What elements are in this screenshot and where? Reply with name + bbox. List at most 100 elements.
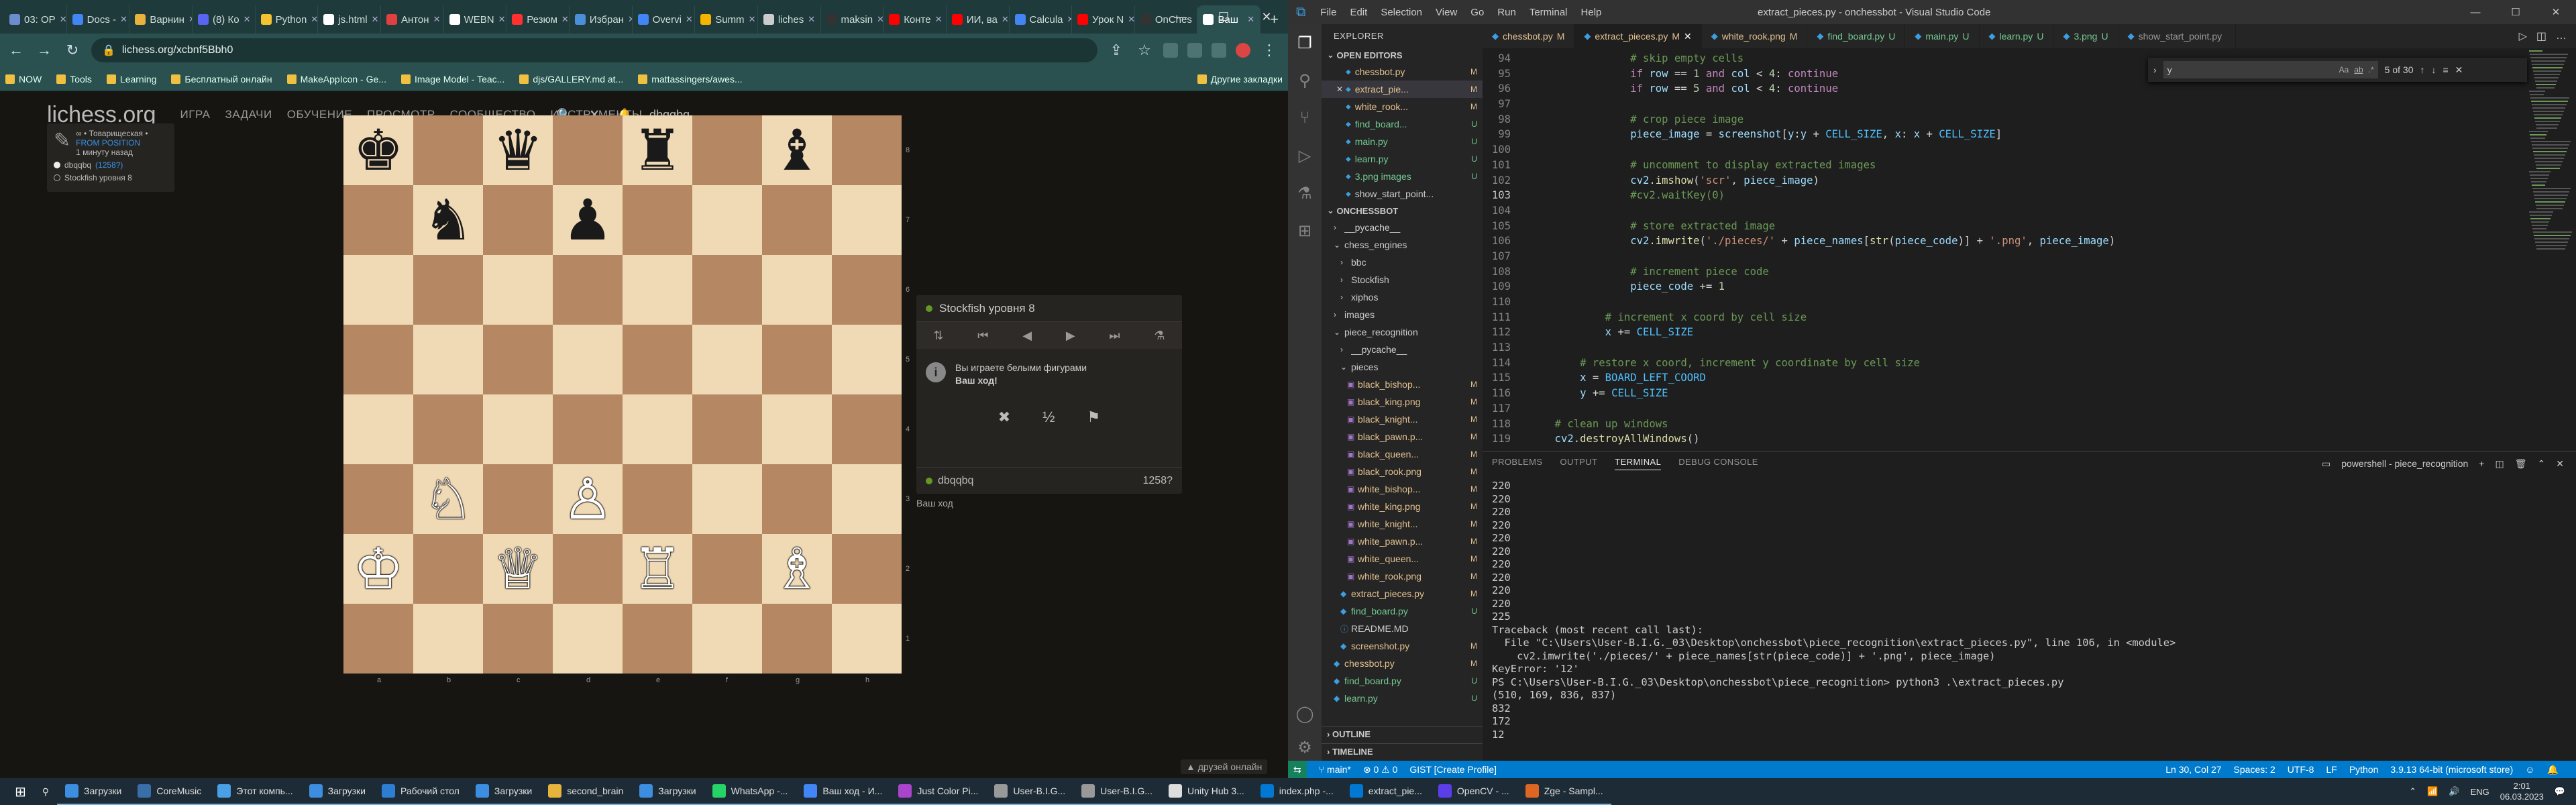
board-square[interactable]: ♖ [623,534,692,604]
board-square[interactable] [832,464,902,534]
tab-close-icon[interactable]: ✕ [311,14,317,25]
board-square[interactable] [553,394,623,464]
file-item[interactable]: ▣ white_king.png M [1322,498,1483,515]
chess-piece-black[interactable]: ♛ [492,122,543,178]
close-tab-icon[interactable]: ✕ [1684,31,1692,42]
tab-close-icon[interactable]: ✕ [749,14,756,25]
board-square[interactable] [623,464,692,534]
close-find-icon[interactable]: ✕ [2455,64,2463,76]
taskbar-app[interactable]: Загрузки [631,778,704,805]
board-square[interactable] [623,255,692,325]
folder-item[interactable]: › Stockfish [1322,271,1483,288]
editor-tab[interactable]: ◆ find_board.py U [1807,24,1906,48]
taskbar-app[interactable]: extract_pie... [1341,778,1430,805]
source-control-icon[interactable]: ⑂ [1288,99,1322,137]
indentation[interactable]: Spaces: 2 [2234,764,2275,775]
menu-item[interactable]: Edit [1343,7,1374,18]
file-item[interactable]: ▣ black_bishop... M [1322,376,1483,393]
panel-tab[interactable]: OUTPUT [1560,457,1597,470]
file-item[interactable]: ◆ chessbot.py M [1322,655,1483,672]
board-square[interactable] [483,185,553,255]
analysis-icon[interactable]: ⚗ [1154,329,1165,343]
menu-item[interactable]: Selection [1374,7,1429,18]
folder-item[interactable]: › __pycache__ [1322,341,1483,358]
board-square[interactable] [832,325,902,394]
tab-close-icon[interactable]: ✕ [561,14,569,25]
file-item[interactable]: ▣ black_pawn.p... M [1322,428,1483,445]
board-square[interactable] [762,255,832,325]
bookmark-item[interactable]: mattassingers/awes... [638,74,743,85]
menu-item[interactable]: Run [1491,7,1523,18]
board-square[interactable]: ♚ [343,115,413,185]
find-input[interactable]: y Aa ab .* [2163,61,2378,78]
file-item[interactable]: ▣ white_queen... M [1322,550,1483,568]
lichess-nav-item[interactable]: ЗАДАЧИ [225,108,272,121]
board-square[interactable] [413,604,483,674]
board-square[interactable] [343,464,413,534]
file-item[interactable]: ◆ extract_pieces.py M [1322,585,1483,602]
menu-item[interactable]: Go [1464,7,1491,18]
open-editor-item[interactable]: ◆ 3.png images U [1322,168,1483,185]
board-square[interactable] [762,464,832,534]
editor-tab[interactable]: ◆ learn.py U [1980,24,2054,48]
find-in-selection-icon[interactable]: ≡ [2443,64,2449,75]
board-square[interactable]: ♛ [483,115,553,185]
from-position-link[interactable]: FROM POSITION [76,138,140,148]
board-square[interactable] [692,185,762,255]
tab-close-icon[interactable]: ✕ [877,14,883,25]
search-icon[interactable]: ⚲ [1288,62,1322,99]
taskbar-app[interactable]: Рабочий стол [373,778,468,805]
editor-tab[interactable]: ◆ extract_pieces.py M ✕ [1574,24,1702,48]
browser-tab[interactable]: Резюм ✕ [506,5,570,34]
tab-close-icon[interactable]: ✕ [60,14,66,25]
taskbar-app[interactable]: User-B.I.G... [986,778,1074,805]
board-square[interactable] [343,604,413,674]
taskbar-app[interactable]: Zge - Sampl... [1517,778,1611,805]
timeline-section[interactable]: › TIMELINE [1322,743,1483,759]
tab-close-icon[interactable]: ✕ [1002,14,1009,25]
board-square[interactable] [483,464,553,534]
taskbar-app[interactable]: Загрузки [301,778,374,805]
chess-piece-white[interactable]: ♗ [771,541,822,597]
testing-icon[interactable]: ⚗ [1288,174,1322,212]
board-square[interactable] [343,185,413,255]
taskbar-app[interactable]: Just Color Pi... [890,778,987,805]
next-move-icon[interactable]: ▶ [1066,329,1075,343]
chess-board[interactable]: ♚ ♛ ♜ ♝ ♞ ♟ ♘ ♙ ♔ ♕ ♖ ♗ a b c d e f g h 8 7 6 5 4 3 2 1 [343,115,910,684]
profile-avatar[interactable] [1236,43,1250,58]
folder-item[interactable]: › images [1322,306,1483,323]
file-item[interactable]: ▣ white_knight... M [1322,515,1483,533]
chess-piece-black[interactable]: ♟ [562,192,612,248]
prev-move-icon[interactable]: ◀ [1022,329,1032,343]
close-editor-icon[interactable]: ✕ [1336,85,1346,94]
browser-tab[interactable]: Антон ✕ [381,5,444,34]
tab-close-icon[interactable]: ✕ [244,14,251,25]
board-square[interactable] [623,325,692,394]
menu-item[interactable]: View [1429,7,1464,18]
file-item[interactable]: ▣ black_queen... M [1322,445,1483,463]
file-item[interactable]: ◆ screenshot.py M [1322,637,1483,655]
open-editor-item[interactable]: ◆ chessbot.py M [1322,63,1483,80]
chevron-right-icon[interactable]: › [2153,64,2157,75]
bookmark-star-icon[interactable]: ☆ [1135,42,1154,59]
encoding[interactable]: UTF-8 [2288,764,2314,775]
terminal-output[interactable]: 220 220 220 220 220 220 220 220 220 220 225 Traceba… [1483,476,2576,745]
menu-item[interactable]: Terminal [1523,7,1574,18]
file-item[interactable]: ▣ black_rook.png M [1322,463,1483,480]
board-square[interactable] [832,115,902,185]
board-square[interactable] [762,185,832,255]
reload-icon[interactable]: ↻ [63,42,82,59]
lichess-nav-item[interactable]: ИГРА [180,108,211,121]
feedback-icon[interactable]: ☺ [2525,764,2534,775]
board-square[interactable] [832,255,902,325]
browser-tab[interactable]: Summ ✕ [695,5,758,34]
board-square[interactable] [553,325,623,394]
browser-tab[interactable]: Варнин✕ [129,5,193,34]
board-square[interactable] [553,534,623,604]
volume-icon[interactable]: 🔊 [2449,786,2459,797]
board-square[interactable]: ♕ [483,534,553,604]
close-panel-icon[interactable]: ✕ [2556,458,2564,470]
folder-item[interactable]: ⌄ pieces [1322,358,1483,376]
board-square[interactable] [413,115,483,185]
tab-close-icon[interactable]: ✕ [686,14,693,25]
